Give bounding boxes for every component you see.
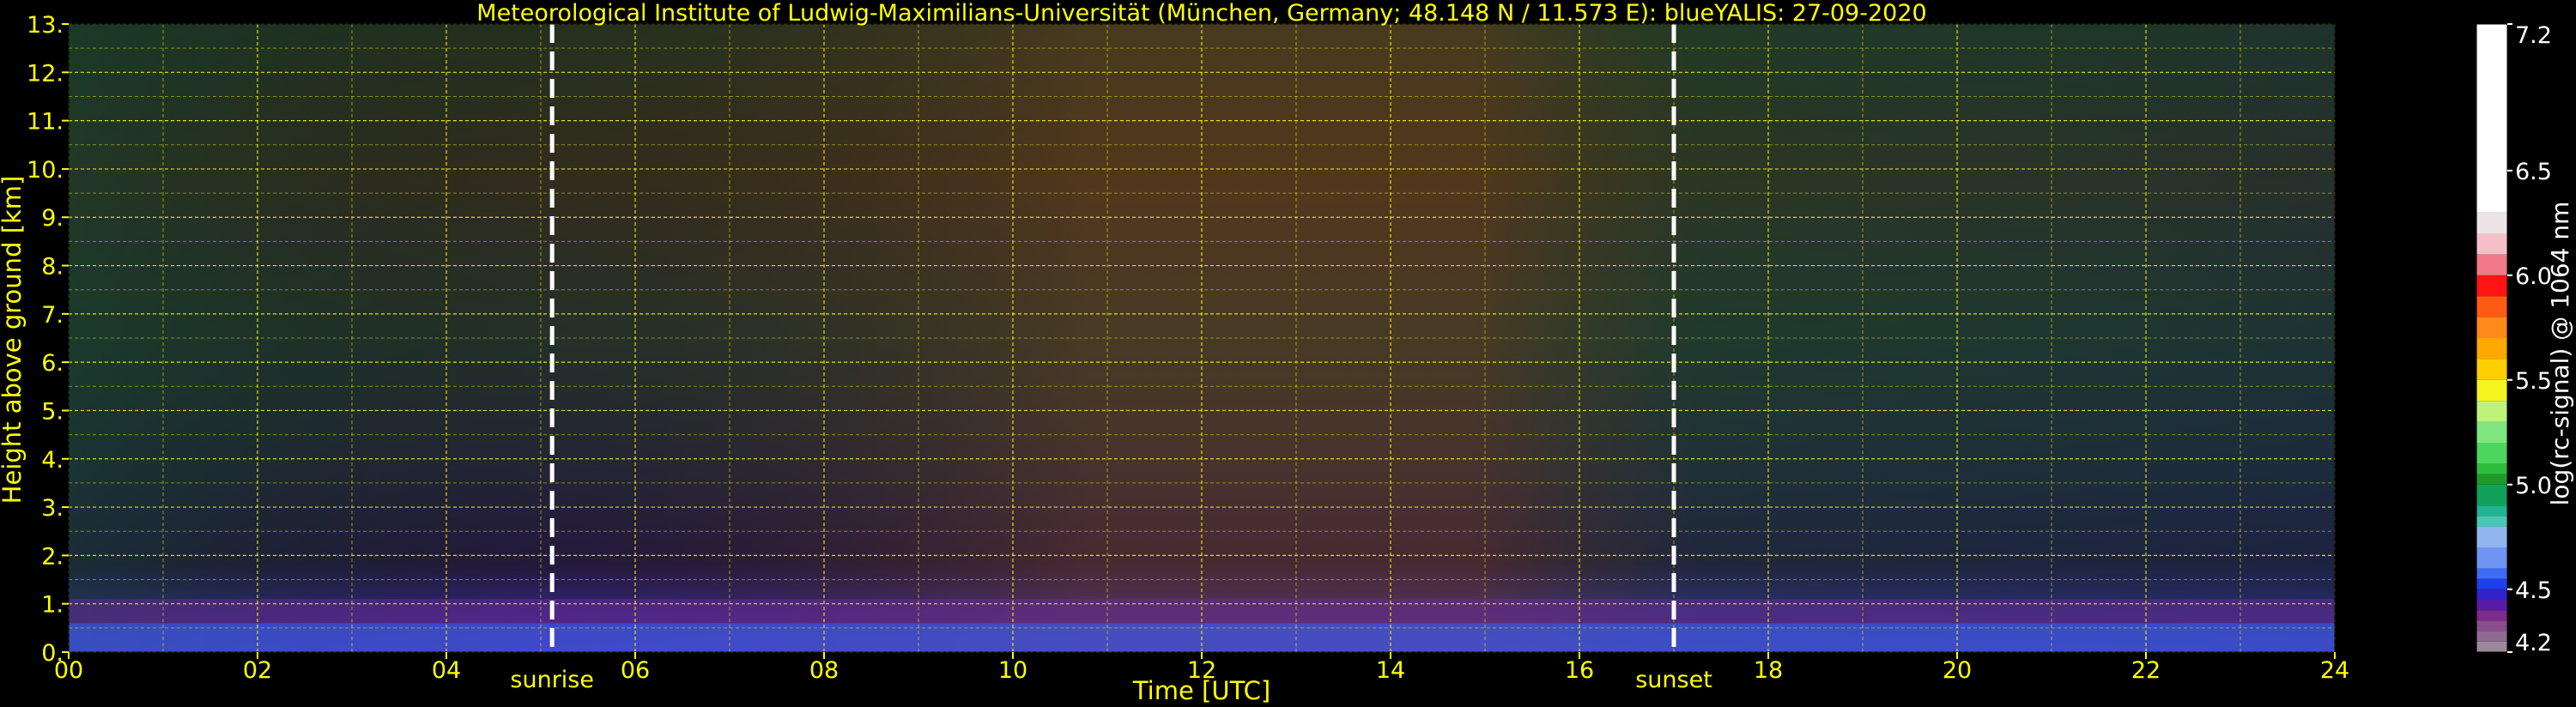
colorbar-band [2476,547,2507,569]
colorbar-band [2476,578,2507,589]
colorbar-band [2476,505,2507,517]
colorbar-band [2476,610,2507,621]
colorbar-band [2476,401,2507,422]
x-tick-label: 08 [809,657,839,684]
x-tick-label: 10 [998,657,1027,684]
y-axis-label: Height above ground [km] [0,176,27,505]
x-tick-label: 06 [621,657,650,684]
colorbar-band [2476,254,2507,275]
y-tick-label: 12. [27,60,64,87]
chart-title: Meteorological Institute of Ludwig-Maxim… [476,0,1926,27]
colorbar-band [2476,317,2507,338]
colorbar-band [2476,641,2507,652]
x-tick-label: 24 [2320,657,2349,684]
colorbar-band [2476,463,2507,474]
y-tick-label: 0. [41,640,64,667]
y-tick-label: 1. [41,592,64,619]
colorbar-band [2476,589,2507,600]
annotation-label-sunrise: sunrise [510,667,594,693]
y-tick-label: 8. [41,254,64,281]
colorbar-band [2476,421,2507,443]
x-tick-label: 20 [1943,657,1972,684]
y-tick-label: 3. [41,495,64,522]
colorbar-band [2476,484,2507,506]
y-tick-label: 10. [27,157,64,184]
lidar-quicklook-chart: Meteorological Institute of Ludwig-Maxim… [0,0,2576,707]
colorbar-band [2476,338,2507,360]
colorbar-band [2476,443,2507,464]
colorbar-band [2476,474,2507,485]
y-tick-label: 11. [27,109,64,136]
colorbar-band [2476,24,2507,213]
x-axis-label: Time [UTC] [1132,676,1270,705]
x-tick-label: 14 [1376,657,1405,684]
colorbar-tick-label: 7.2 [2515,22,2552,49]
x-tick-label: 18 [1754,657,1783,684]
colorbar-band [2476,526,2507,547]
y-tick-label: 5. [41,398,64,425]
colorbar-band [2476,359,2507,380]
annotation-label-sunset: sunset [1635,667,1712,693]
colorbar-band [2476,620,2507,631]
colorbar-tick-label: 4.5 [2515,577,2552,604]
colorbar-band [2476,275,2507,297]
colorbar-band [2476,600,2507,611]
y-tick-label: 7. [41,302,64,329]
colorbar-band [2476,631,2507,642]
y-tick-label: 13. [27,12,64,39]
x-tick-label: 02 [243,657,272,684]
colorbar-tick-label: 4.2 [2515,630,2552,656]
x-tick-label: 22 [2131,657,2161,684]
y-tick-label: 2. [41,543,64,570]
x-tick-label: 04 [432,657,461,684]
colorbar-tick-label: 6.5 [2515,159,2552,185]
y-tick-label: 6. [41,350,64,377]
colorbar-bands [2476,23,2508,653]
x-tick-label: 16 [1565,657,1594,684]
colorbar-band [2476,516,2507,527]
y-tick-label: 4. [41,447,64,474]
colorbar-band [2476,379,2507,402]
colorbar-band [2476,568,2507,579]
colorbar-band [2476,233,2507,255]
colorbar-band [2476,296,2507,317]
y-tick-label: 9. [41,205,64,232]
colorbar-band [2476,212,2507,233]
colorbar-label: log(rc-signal) @ 1064 nm [2546,202,2574,506]
plot-area [68,23,2336,653]
